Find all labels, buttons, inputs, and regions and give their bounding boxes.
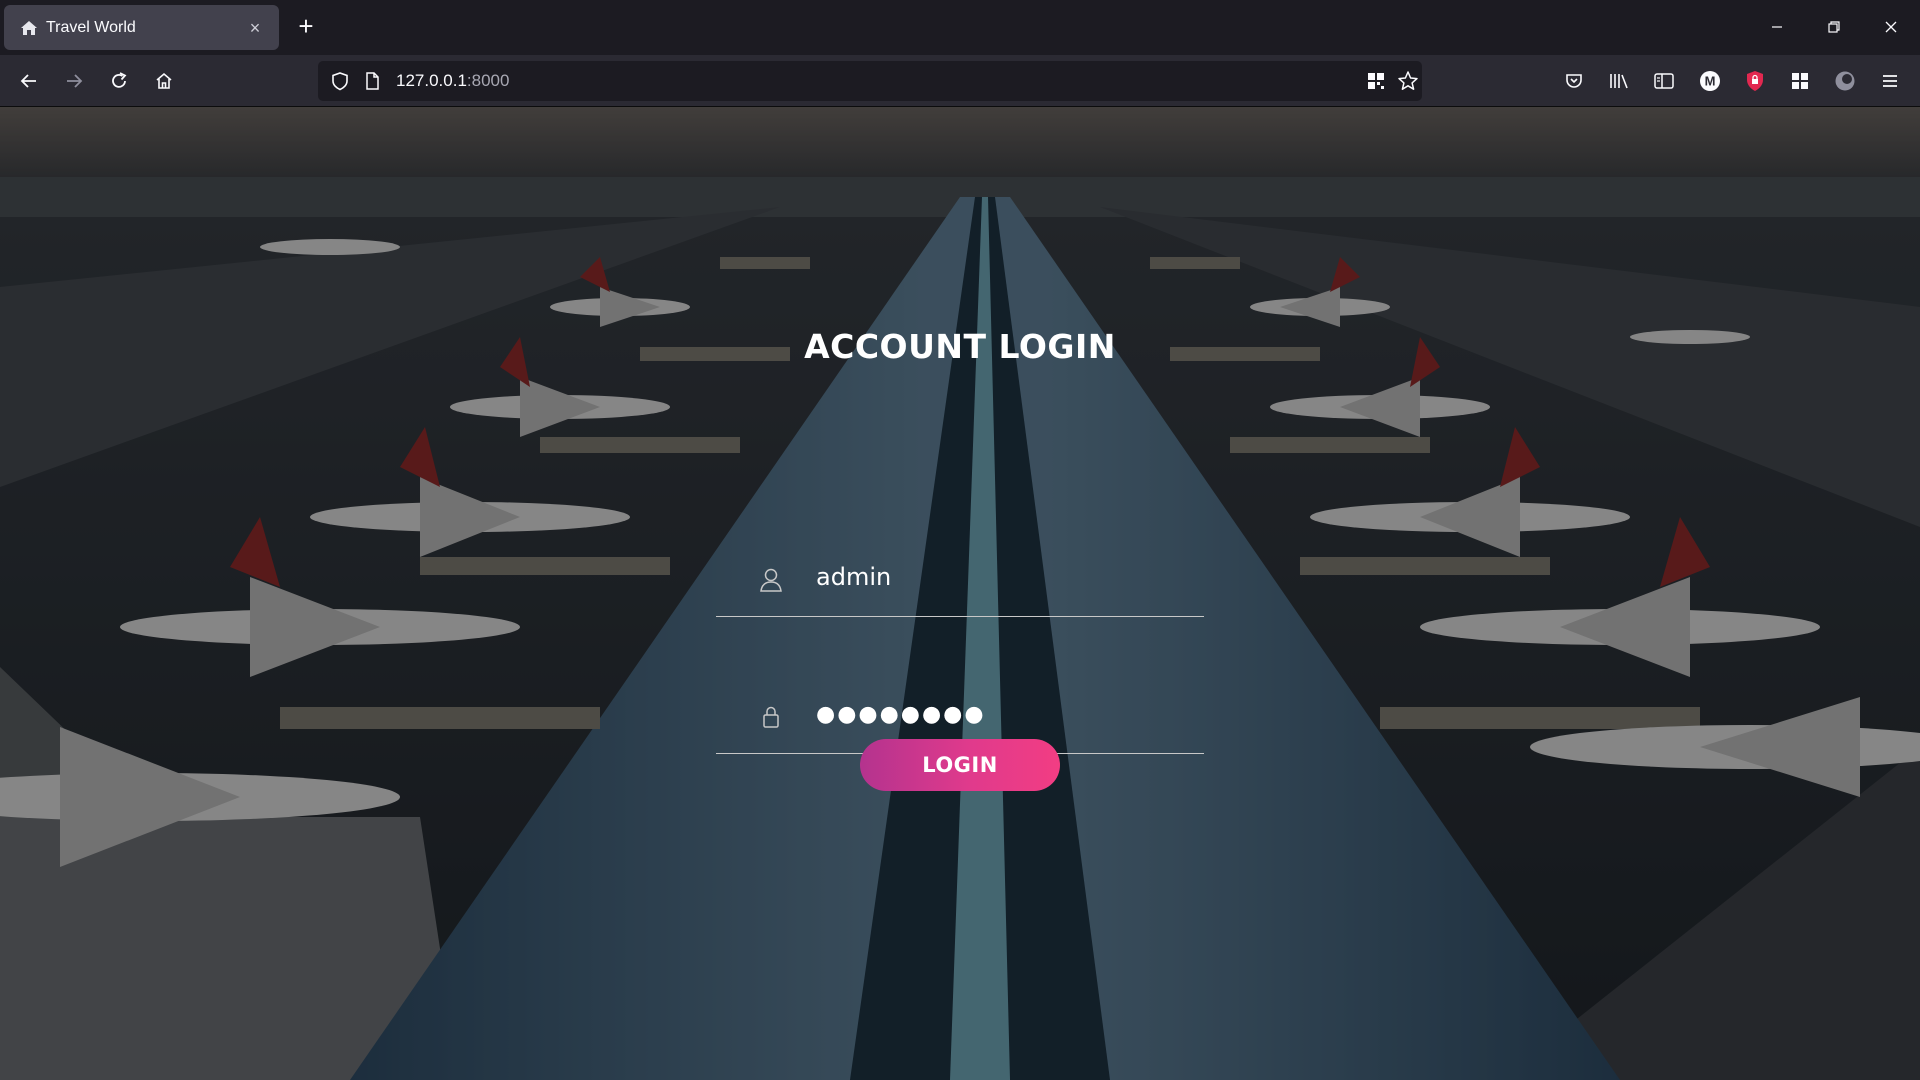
forward-arrow-icon[interactable] — [58, 65, 90, 97]
tab-strip: Travel World × + — [0, 0, 1920, 55]
close-icon[interactable] — [1868, 10, 1914, 44]
bookmark-star-icon[interactable] — [1394, 67, 1422, 95]
login-page: ACCOUNT LOGIN admin ●●●●●●●● LOGIN — [0, 107, 1920, 1080]
login-title: ACCOUNT LOGIN — [804, 327, 1116, 366]
username-input[interactable]: admin — [816, 563, 891, 591]
login-button[interactable]: LOGIN — [860, 739, 1060, 791]
tab-title: Travel World — [46, 18, 136, 36]
page-info-icon[interactable] — [358, 67, 386, 95]
tracking-shield-icon[interactable] — [326, 67, 354, 95]
sidebar-icon[interactable] — [1648, 65, 1680, 97]
restore-icon[interactable] — [1811, 10, 1857, 44]
url-port: :8000 — [466, 71, 510, 90]
pocket-icon[interactable] — [1558, 65, 1590, 97]
reload-icon[interactable] — [103, 65, 135, 97]
account-m-icon[interactable]: M — [1694, 65, 1726, 97]
back-arrow-icon[interactable] — [13, 65, 45, 97]
address-bar[interactable]: 127.0.0.1:8000 — [318, 61, 1422, 101]
user-icon — [758, 565, 784, 595]
url-text: 127.0.0.1:8000 — [396, 71, 509, 91]
profile-icon[interactable] — [1829, 65, 1861, 97]
browser-tab[interactable]: Travel World × — [4, 5, 279, 50]
minimize-icon[interactable] — [1754, 10, 1800, 44]
username-field[interactable]: admin — [716, 557, 1204, 617]
tab-close-icon[interactable]: × — [245, 18, 265, 38]
navigation-toolbar: 127.0.0.1:8000 M — [0, 55, 1920, 107]
home-favicon-icon — [20, 19, 38, 37]
username-underline — [716, 616, 1204, 617]
password-input[interactable]: ●●●●●●●● — [816, 702, 986, 727]
extensions-icon[interactable] — [1784, 65, 1816, 97]
shield-extension-icon[interactable] — [1739, 65, 1771, 97]
menu-icon[interactable] — [1874, 65, 1906, 97]
svg-text:M: M — [1705, 74, 1716, 89]
home-icon[interactable] — [148, 65, 180, 97]
library-icon[interactable] — [1603, 65, 1635, 97]
url-host: 127.0.0.1 — [396, 71, 467, 90]
qr-code-icon[interactable] — [1362, 67, 1390, 95]
new-tab-button[interactable]: + — [292, 13, 320, 41]
lock-icon — [758, 702, 784, 732]
